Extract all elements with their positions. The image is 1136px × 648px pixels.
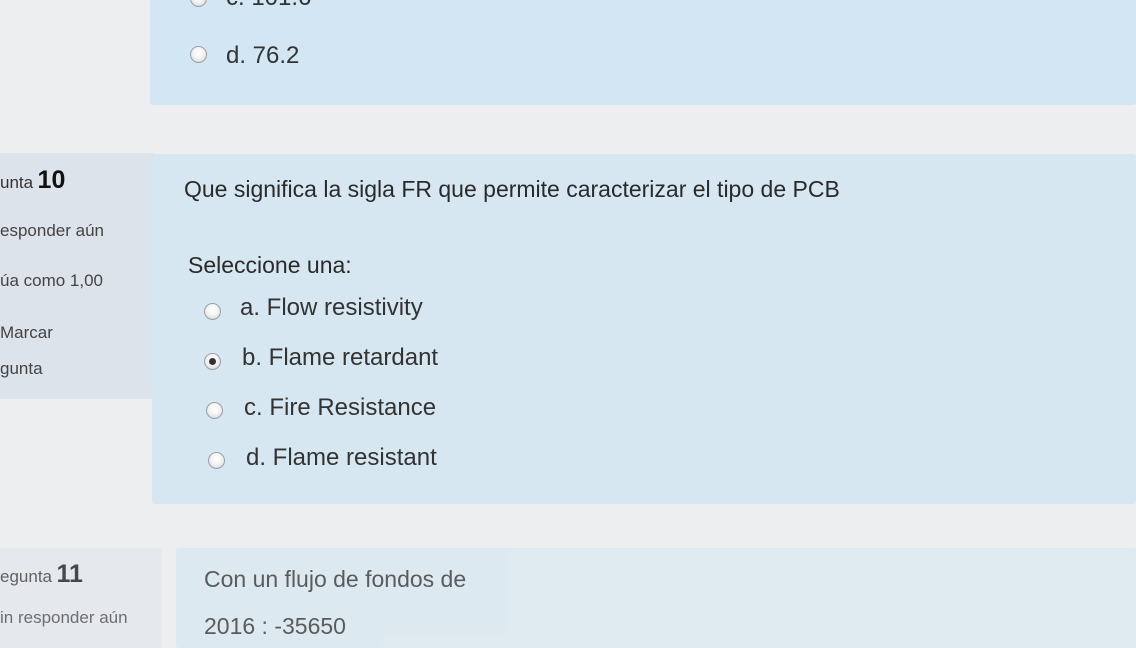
question-10-info: unta 10 esponder aún úa como 1,00 Marcar… — [0, 153, 156, 399]
option-d-label: d. 76.2 — [226, 42, 300, 69]
question-grade: úa como 1,00 — [0, 271, 104, 290]
question-text-line2: 2016 : -35650 — [204, 613, 346, 639]
option-b-label[interactable]: b. Flame retardant — [242, 344, 438, 372]
question-11-heading: egunta 11 — [0, 560, 83, 589]
option-d-label[interactable]: d. Flame resistant — [246, 444, 437, 472]
option-c-label[interactable]: c. Fire Resistance — [244, 394, 436, 422]
radio-option-d[interactable] — [208, 452, 225, 469]
question-number: 10 — [37, 166, 66, 194]
question-label: egunta — [0, 567, 52, 586]
question-text: Que significa la sigla FR que permite ca… — [184, 176, 840, 202]
question-10-heading: unta 10 — [0, 166, 65, 195]
question-number: 11 — [56, 560, 83, 588]
question-status: esponder aún — [0, 221, 104, 240]
question-text-line1: Con un flujo de fondos de — [204, 566, 467, 592]
radio-option-b[interactable] — [204, 353, 221, 370]
question-11-info: egunta 11 in responder aún — [0, 548, 162, 648]
question-10-card: Que significa la sigla FR que permite ca… — [152, 154, 1136, 504]
option-c-label: c. 101.6 — [226, 0, 311, 12]
question-label: unta — [0, 173, 34, 192]
flag-question-link-line2[interactable]: gunta — [0, 359, 43, 379]
radio-option-c[interactable] — [190, 0, 207, 7]
answer-prompt: Seleccione una: — [188, 252, 352, 278]
question-11-card: Con un flujo de fondos de 2016 : -35650 — [176, 548, 1136, 648]
previous-question-card: c. 101.6 d. 76.2 — [150, 0, 1136, 105]
radio-option-a[interactable] — [204, 303, 221, 320]
question-status: in responder aún — [0, 608, 128, 627]
flag-question-link[interactable]: Marcar — [0, 323, 53, 343]
option-a-label[interactable]: a. Flow resistivity — [240, 294, 423, 322]
radio-option-c[interactable] — [206, 402, 223, 419]
radio-option-d[interactable] — [190, 46, 207, 63]
